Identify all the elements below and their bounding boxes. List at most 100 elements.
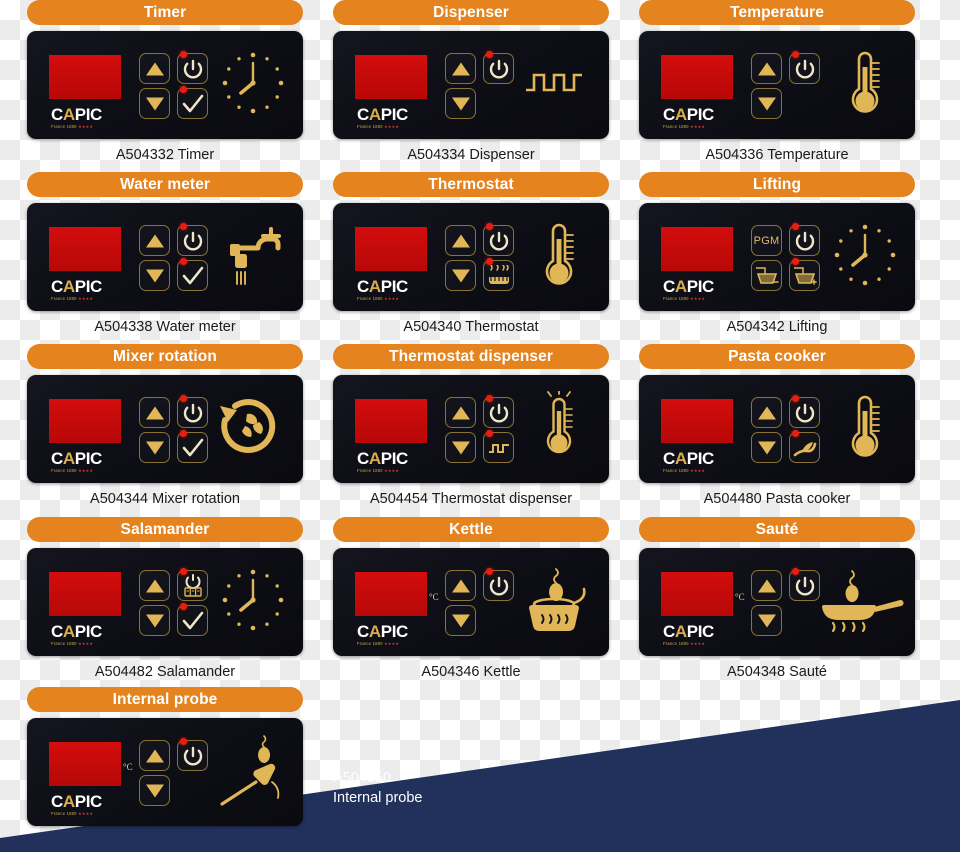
card-caption: A504454 Thermostat dispenser (369, 491, 573, 507)
logo-stars: ★★★★ (78, 124, 94, 129)
up-arrow-button[interactable] (139, 397, 170, 428)
led-display (661, 55, 733, 99)
pasta-button[interactable] (789, 429, 820, 463)
triangle-down-icon (145, 97, 164, 110)
logo-letter-a: A (368, 105, 381, 124)
up-arrow-button[interactable] (751, 570, 782, 601)
control-panel[interactable]: °C CAPIC France 1880 ★★★★ (639, 548, 915, 656)
logo-sub-origin: France 1880 (357, 296, 383, 301)
power-button[interactable] (177, 394, 208, 428)
logo-stars: ★★★★ (690, 468, 706, 473)
capic-logo: CAPIC France 1880 ★★★★ (663, 106, 733, 130)
card-title: Salamander (27, 517, 303, 542)
power-button[interactable] (177, 737, 208, 771)
down-arrow-button[interactable] (445, 88, 476, 119)
control-panel[interactable]: °C CAPIC France 1880 ★★★★ (27, 718, 303, 826)
logo-subtext: France 1880 ★★★★ (663, 124, 733, 129)
power-button[interactable] (483, 567, 514, 601)
confirm-button[interactable] (177, 85, 208, 119)
down-arrow-button[interactable] (139, 260, 170, 291)
down-arrow-button[interactable] (139, 88, 170, 119)
capic-wordmark: CAPIC (663, 278, 733, 295)
power-button[interactable] (177, 50, 208, 84)
confirm-button[interactable] (177, 429, 208, 463)
down-arrow-button[interactable] (751, 88, 782, 119)
logo-stars: ★★★★ (690, 296, 706, 301)
logo-subtext: France 1880 ★★★★ (51, 124, 121, 129)
down-arrow-button[interactable] (445, 432, 476, 463)
logo-letter-c: C (357, 277, 369, 296)
basket-up-icon (790, 261, 819, 290)
basket-up-button[interactable] (789, 257, 820, 291)
down-arrow-button[interactable] (445, 260, 476, 291)
down-arrow-button[interactable] (751, 432, 782, 463)
up-arrow-button[interactable] (445, 53, 476, 84)
logo-letters-pic: PIC (74, 622, 103, 641)
logo-subtext: France 1880 ★★★★ (663, 296, 733, 301)
up-arrow-button[interactable] (139, 740, 170, 771)
control-panel[interactable]: CAPIC France 1880 ★★★★ (333, 203, 609, 311)
control-panel[interactable]: CAPIC France 1880 ★★★★ PGM (639, 203, 915, 311)
kettle-icon (516, 563, 592, 642)
power-button[interactable] (789, 50, 820, 84)
control-panel[interactable]: CAPIC France 1880 ★★★★ (27, 548, 303, 656)
down-arrow-button[interactable] (139, 432, 170, 463)
panel-illustration (511, 47, 597, 123)
control-panel-card: Thermostat CAPIC France 1880 ★★★★ A504340 T… (333, 172, 609, 335)
card-title: Thermostat dispenser (333, 344, 609, 369)
capic-logo: CAPIC France 1880 ★★★★ (357, 278, 427, 302)
logo-subtext: France 1880 ★★★★ (51, 641, 121, 646)
control-panel[interactable]: °C CAPIC France 1880 ★★★★ (333, 548, 609, 656)
capic-wordmark: CAPIC (663, 106, 733, 123)
up-arrow-button[interactable] (751, 53, 782, 84)
thermometer-wave-icon (536, 389, 582, 468)
up-arrow-button[interactable] (445, 397, 476, 428)
power-timer-button[interactable] (177, 567, 208, 601)
logo-subtext: France 1880 ★★★★ (357, 124, 427, 129)
confirm-button[interactable] (177, 602, 208, 636)
capic-logo: CAPIC France 1880 ★★★★ (663, 623, 733, 647)
down-arrow-button[interactable] (139, 775, 170, 806)
power-button[interactable] (483, 50, 514, 84)
up-arrow-button[interactable] (139, 570, 170, 601)
power-button[interactable] (177, 222, 208, 256)
logo-subtext: France 1880 ★★★★ (51, 811, 121, 816)
control-panel[interactable]: CAPIC France 1880 ★★★★ (333, 31, 609, 139)
control-panel[interactable]: CAPIC France 1880 ★★★★ (27, 31, 303, 139)
control-panel[interactable]: CAPIC France 1880 ★★★★ (27, 375, 303, 483)
dispenser-wave-button[interactable] (483, 429, 514, 463)
down-arrow-button[interactable] (751, 605, 782, 636)
control-panel[interactable]: CAPIC France 1880 ★★★★ (639, 375, 915, 483)
triangle-up-icon (451, 579, 470, 592)
control-panel-card: Lifting CAPIC France 1880 ★★★★ PGM A504342 L… (639, 172, 915, 335)
up-arrow-button[interactable] (445, 225, 476, 256)
up-arrow-button[interactable] (139, 225, 170, 256)
down-arrow-button[interactable] (139, 605, 170, 636)
control-panel[interactable]: CAPIC France 1880 ★★★★ (27, 203, 303, 311)
power-button[interactable] (483, 222, 514, 256)
power-button[interactable] (789, 394, 820, 428)
down-arrow-button[interactable] (445, 605, 476, 636)
up-arrow-button[interactable] (445, 570, 476, 601)
power-icon (484, 398, 513, 427)
power-button[interactable] (483, 394, 514, 428)
logo-stars: ★★★★ (78, 296, 94, 301)
up-arrow-button[interactable] (751, 397, 782, 428)
logo-letter-a: A (368, 622, 381, 641)
pgm-button[interactable]: PGM (751, 225, 782, 256)
heating-element-button[interactable] (483, 257, 514, 291)
control-panel-card: Timer CAPIC France 1880 ★★★★ A504332 Timer (27, 0, 303, 163)
control-panel[interactable]: CAPIC France 1880 ★★★★ (639, 31, 915, 139)
card-title: Thermostat (333, 172, 609, 197)
confirm-button[interactable] (177, 257, 208, 291)
led-display (49, 55, 121, 99)
power-icon (790, 398, 819, 427)
control-panel[interactable]: CAPIC France 1880 ★★★★ (333, 375, 609, 483)
up-arrow-button[interactable] (139, 53, 170, 84)
power-button[interactable] (789, 222, 820, 256)
basket-down-button[interactable] (751, 260, 782, 291)
logo-stars: ★★★★ (78, 468, 94, 473)
capic-logo: CAPIC France 1880 ★★★★ (51, 793, 121, 817)
triangle-down-icon (145, 784, 164, 797)
panel-illustration (205, 734, 291, 810)
